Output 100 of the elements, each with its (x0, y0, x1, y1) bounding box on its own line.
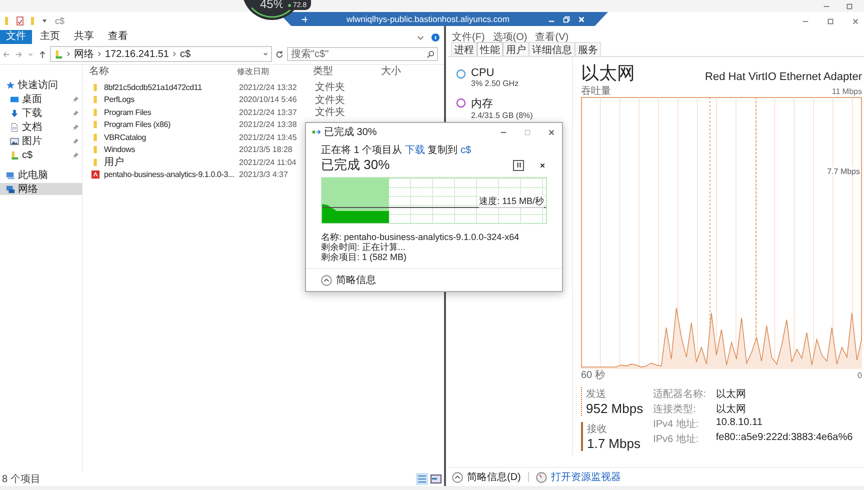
resource-name[interactable]: CPU (471, 67, 519, 79)
copy-description: 正在将 1 个项目从 下载 复制到 c$ (321, 144, 472, 157)
restore-icon[interactable] (562, 14, 571, 24)
property-label: 连接类型: (653, 402, 697, 416)
progress-heading: 已完成 30% (321, 156, 390, 174)
file-date: 2021/3/5 18:28 (239, 145, 294, 154)
property-value: 以太网 (716, 388, 747, 401)
nav-item[interactable]: c$ (0, 149, 82, 161)
summary-toggle[interactable]: 简略信息 (336, 273, 376, 287)
tab[interactable]: 进程 (451, 42, 477, 56)
nav-item[interactable]: 下载 (0, 107, 82, 119)
copy-icon (312, 128, 321, 136)
collapse-icon[interactable] (321, 274, 332, 286)
close-icon[interactable] (851, 16, 860, 26)
chevron-icon (172, 50, 177, 58)
file-name[interactable]: Program Files (104, 108, 152, 117)
pause-icon (514, 161, 522, 169)
detail-line: 剩余时间: 正在计算... (321, 242, 407, 252)
collapse-icon[interactable] (452, 472, 463, 482)
source-link[interactable]: 下载 (404, 145, 425, 156)
help-icon[interactable] (431, 32, 440, 42)
file-name[interactable]: pentaho-business-analytics-9.1.0.0-3... (104, 170, 234, 180)
resource-name[interactable]: 内存 (471, 96, 533, 111)
network-icon (6, 184, 15, 194)
properties-icon[interactable] (15, 16, 25, 26)
item-count: 8 个项目 (2, 473, 40, 486)
pause-button[interactable] (513, 160, 524, 170)
axis-max-label: 11 Mbps (832, 86, 862, 96)
chevron-icon (97, 50, 102, 58)
window-title: 已完成 30% (324, 126, 377, 139)
breadcrumb-item[interactable]: 172.16.241.51 (105, 48, 169, 60)
close-icon[interactable] (547, 128, 556, 136)
ribbon-tab[interactable]: 主页 (34, 30, 66, 44)
gauge-icon (536, 472, 547, 482)
refresh-icon[interactable] (275, 50, 284, 58)
file-date: 2021/2/24 13:37 (239, 108, 298, 117)
nav-item[interactable]: 图片 (0, 135, 82, 147)
details-view-icon[interactable] (416, 473, 428, 485)
picture-icon (10, 136, 19, 146)
up-arrow-icon[interactable] (38, 50, 47, 58)
property-value: 10.8.10.11 (716, 417, 764, 430)
column-header[interactable]: 大小 (381, 64, 401, 78)
tab[interactable]: 详细信息 (529, 42, 575, 56)
search-icon (426, 50, 435, 58)
nav-item[interactable]: 快速访问 (0, 79, 82, 91)
summary-toggle[interactable]: 简略信息(D) (467, 470, 521, 484)
property-value: fe80::a5e9:222d:3883:4e6a%6 (716, 432, 853, 445)
search-field[interactable]: 搜索"c$" (287, 47, 438, 61)
tab[interactable]: 性能 (477, 42, 503, 56)
menu-item[interactable]: 选项(O) (492, 30, 528, 42)
maximize-icon[interactable] (845, 2, 854, 10)
resource-detail: 2.4/31.5 GB (8%) (471, 111, 533, 120)
nav-item[interactable]: 此电脑 (0, 169, 82, 181)
file-date: 2021/2/24 13:38 (239, 120, 298, 130)
file-name[interactable]: Program Files (x86) (104, 120, 170, 130)
file-name[interactable]: 用户 (104, 155, 124, 170)
file-name[interactable]: 8bf21c5dcdb521a1d472cd11 (104, 82, 202, 92)
file-type: 文件夹 (315, 80, 346, 94)
property-label: 适配器名称: (653, 388, 706, 401)
column-header[interactable]: 修改日期 (237, 66, 313, 76)
panel-title: 以太网 (581, 62, 635, 85)
cancel-icon[interactable] (538, 160, 547, 170)
column-header[interactable]: 名称 (89, 64, 237, 78)
maximize-icon[interactable] (826, 16, 835, 26)
file-name[interactable]: PerfLogs (104, 95, 134, 104)
tab[interactable]: 服务 (575, 42, 601, 56)
ribbon-tab[interactable]: 文件 (0, 30, 32, 44)
detail-line: 名称: pentaho-business-analytics-9.1.0.0-324-x64 (321, 232, 520, 242)
tab[interactable]: 用户 (503, 42, 529, 56)
axis-mid-label: 7.7 Mbps (827, 167, 860, 176)
file-type: 文件夹 (315, 106, 346, 120)
time-label: 0 (858, 370, 862, 380)
file-date: 2021/3/3 4:37 (239, 170, 289, 180)
speed-label: 速度: 115 MB/秒 (479, 195, 544, 208)
computer-icon (6, 170, 15, 180)
preview-view-icon[interactable] (430, 473, 442, 485)
nav-item[interactable]: 文档 (0, 121, 82, 133)
column-header[interactable]: 类型 (313, 64, 381, 78)
target-link[interactable]: c$ (460, 145, 472, 156)
ribbon-tab[interactable]: 共享 (68, 30, 100, 44)
breadcrumb-item[interactable]: 网络 (74, 47, 94, 61)
chevron-icon (66, 50, 71, 58)
property-label: IPv4 地址: (653, 418, 700, 431)
desktop-icon (10, 94, 19, 104)
menu-item[interactable]: 查看(V) (535, 30, 569, 42)
window-title: c$ (55, 16, 65, 26)
breadcrumb-item[interactable]: c$ (180, 48, 191, 60)
ribbon-tab[interactable]: 查看 (102, 30, 134, 44)
chart-label: 吞吐量 (581, 84, 611, 98)
adapter-name: Red Hat VirtIO Ethernet Adapter (705, 71, 862, 83)
caret-icon[interactable] (263, 50, 268, 58)
nav-item[interactable]: 桌面 (0, 93, 82, 105)
file-name[interactable]: Windows (104, 145, 136, 154)
file-name[interactable]: VBRCatalog (104, 132, 146, 142)
receive-stat: 接收 1.7 Mbps (581, 422, 644, 451)
resource-monitor-link[interactable]: 打开资源监视器 (550, 470, 621, 484)
address-bar[interactable]: 网络 172.16.241.51 c$ (50, 46, 272, 62)
nav-item[interactable]: 网络 (0, 183, 82, 195)
menu-item[interactable]: 文件(F) (452, 30, 485, 42)
time-label: 60 秒 (581, 368, 605, 382)
